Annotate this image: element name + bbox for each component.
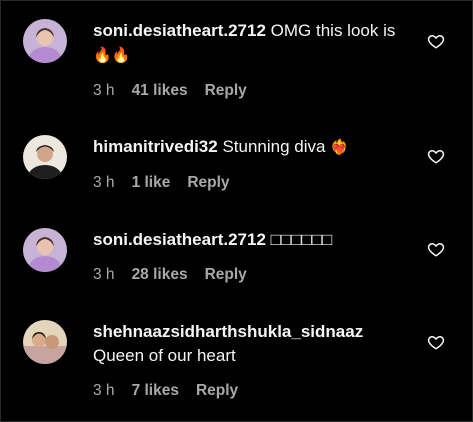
avatar[interactable] bbox=[23, 320, 67, 364]
comment-time: 3 h bbox=[93, 266, 115, 283]
avatar[interactable] bbox=[23, 135, 67, 179]
reply-button[interactable]: Reply bbox=[205, 266, 247, 284]
comment-body: soni.desiatheart.2712 □□□□□□ 3 h 28 like… bbox=[93, 228, 408, 284]
comment-text: himanitrivedi32 Stunning diva ❤️‍🔥 bbox=[93, 135, 408, 160]
comment-meta: 3 h 7 likes Reply bbox=[93, 382, 408, 400]
avatar[interactable] bbox=[23, 19, 67, 63]
comment-likes[interactable]: 1 like bbox=[132, 174, 171, 192]
comment-message: □□□□□□ bbox=[270, 230, 333, 249]
like-heart-icon[interactable] bbox=[427, 147, 445, 165]
comment-time: 3 h bbox=[93, 174, 115, 191]
comment-likes[interactable]: 28 likes bbox=[132, 266, 188, 284]
comment-time: 3 h bbox=[93, 382, 115, 399]
comment-meta: 3 h 41 likes Reply bbox=[93, 82, 408, 100]
fire-emoji: 🔥🔥 bbox=[93, 47, 131, 64]
comment-text: soni.desiatheart.2712 □□□□□□ bbox=[93, 228, 408, 252]
comment-message: Queen of our heart bbox=[93, 346, 236, 365]
reply-button[interactable]: Reply bbox=[187, 174, 229, 192]
comment-likes[interactable]: 41 likes bbox=[132, 82, 188, 100]
comment-text: soni.desiatheart.2712 OMG this look is 🔥… bbox=[93, 19, 408, 68]
comment-meta: 3 h 28 likes Reply bbox=[93, 266, 408, 284]
comment-username[interactable]: soni.desiatheart.2712 bbox=[93, 230, 266, 249]
comment-username[interactable]: himanitrivedi32 bbox=[93, 137, 218, 156]
comment-body: himanitrivedi32 Stunning diva ❤️‍🔥 3 h 1… bbox=[93, 135, 408, 192]
comment-text: shehnaazsidharthshukla_sidnaaz Queen of … bbox=[93, 320, 408, 368]
like-heart-icon[interactable] bbox=[427, 32, 445, 50]
like-heart-icon[interactable] bbox=[427, 333, 445, 351]
avatar[interactable] bbox=[23, 228, 67, 272]
reply-button[interactable]: Reply bbox=[205, 82, 247, 100]
comment-message: Stunning diva bbox=[222, 137, 326, 156]
comment-body: soni.desiatheart.2712 OMG this look is 🔥… bbox=[93, 19, 408, 100]
comment-message: OMG this look is bbox=[270, 21, 396, 40]
reply-button[interactable]: Reply bbox=[196, 382, 238, 400]
comment-likes[interactable]: 7 likes bbox=[132, 382, 179, 400]
comment-time: 3 h bbox=[93, 82, 115, 99]
comment-username[interactable]: shehnaazsidharthshukla_sidnaaz bbox=[93, 322, 363, 341]
comment-body: shehnaazsidharthshukla_sidnaaz Queen of … bbox=[93, 320, 408, 400]
heart-fire-emoji: ❤️‍🔥 bbox=[330, 139, 349, 156]
comment-username[interactable]: soni.desiatheart.2712 bbox=[93, 21, 266, 40]
like-heart-icon[interactable] bbox=[427, 240, 445, 258]
comment-meta: 3 h 1 like Reply bbox=[93, 174, 408, 192]
